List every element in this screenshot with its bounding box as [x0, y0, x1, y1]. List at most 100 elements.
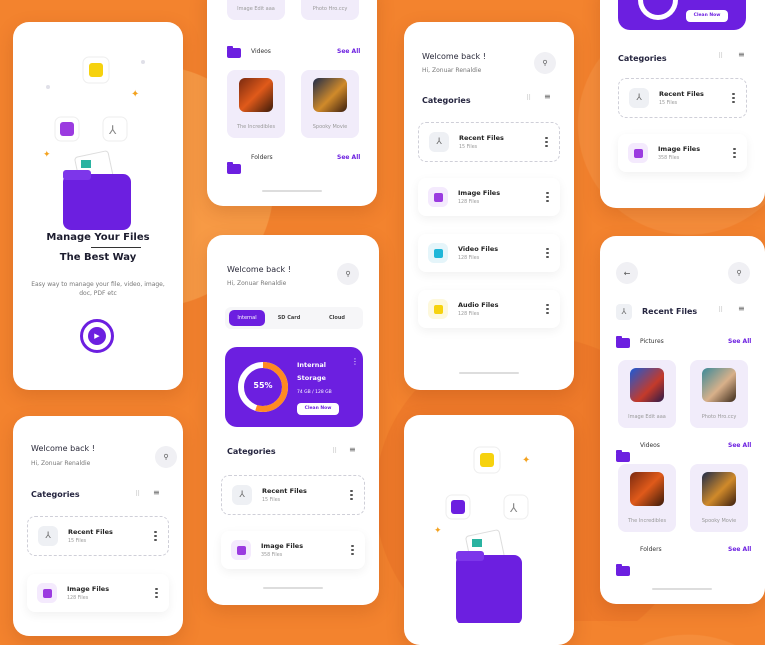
folders-see-all[interactable]: See All [337, 154, 360, 161]
recent-files-row[interactable]: ⅄ Recent Files 15 Files [221, 475, 365, 515]
tab-sd-card[interactable]: SD Card [265, 315, 313, 321]
image-files-icon [628, 143, 648, 163]
recent-files-row[interactable]: ⅄ Recent Files 15 Files [418, 122, 560, 162]
image-files-row[interactable]: Image Files 358 Files [618, 134, 747, 172]
image-files-icon [37, 583, 57, 603]
grid-view-icon[interactable]: ⠿ [135, 490, 140, 498]
video-files-row[interactable]: Video Files 128 Files [418, 234, 560, 272]
image-files-title: Image Files [67, 585, 110, 593]
splash-screen: ✦ ✦ ⅄ [404, 415, 574, 645]
grid-view-icon[interactable]: ⠿ [332, 447, 337, 455]
thumb-image-edit[interactable]: Image Edit aaa [618, 360, 676, 428]
folders-label: Folders [640, 546, 662, 553]
categories-heading: Categories [227, 447, 276, 456]
folders-folder-icon [616, 564, 630, 576]
more-options-icon[interactable]: ⋮ [351, 358, 359, 366]
recent-files-count: 15 Files [262, 498, 281, 503]
list-view-icon[interactable]: ≡ [349, 445, 356, 454]
home-indicator [652, 588, 712, 590]
thumb-label: Spooky Movie [701, 518, 737, 524]
image-files-row[interactable]: Image Files 128 Files [27, 574, 169, 612]
headline-line-2: The Best Way [59, 252, 137, 263]
videos-see-all[interactable]: See All [728, 442, 751, 449]
more-options-icon[interactable] [733, 147, 737, 159]
more-options-icon[interactable] [154, 530, 158, 542]
categories-heading: Categories [422, 96, 471, 105]
clean-now-button[interactable]: Clean Now [297, 403, 339, 415]
home-indicator [262, 190, 322, 192]
list-view-icon[interactable]: ≡ [738, 50, 745, 59]
more-options-icon[interactable] [546, 191, 550, 203]
more-options-icon[interactable] [155, 587, 159, 599]
audio-files-row[interactable]: Audio Files 128 Files [418, 290, 560, 328]
grid-view-icon[interactable]: ⠿ [526, 94, 531, 102]
more-options-icon[interactable] [350, 489, 354, 501]
grid-view-icon[interactable]: ⠿ [718, 52, 723, 60]
search-icon: ⚲ [163, 453, 169, 461]
search-button[interactable]: ⚲ [155, 446, 177, 468]
search-button[interactable]: ⚲ [534, 52, 556, 74]
videos-see-all[interactable]: See All [337, 48, 360, 55]
thumb-spooky[interactable]: Spooky Movie [301, 70, 359, 138]
thumb-incredibles[interactable]: The Incredibles [227, 70, 285, 138]
more-options-icon[interactable] [351, 544, 355, 556]
tab-internal[interactable]: Internal [229, 310, 265, 326]
image-files-count: 128 Files [458, 200, 480, 205]
user-greeting: Hi, Zonuar Renaldie [422, 67, 482, 74]
image-files-title: Image Files [261, 542, 304, 550]
categories-screen: Welcome back ! Hi, Zonuar Renaldie ⚲ Cat… [404, 22, 574, 390]
storage-card: 55% Internal Storage 74 GB / 128 GB ⋮ Cl… [225, 347, 363, 427]
search-button[interactable]: ⚲ [337, 263, 359, 285]
media-screen-top: Image Edit aaa Photo Hro.ccy Videos See … [207, 0, 377, 206]
recent-files-count: 15 Files [68, 539, 87, 544]
search-icon: ⚲ [542, 59, 548, 67]
welcome-text: Welcome back ! [422, 52, 486, 61]
search-icon: ⚲ [736, 269, 742, 277]
grid-view-icon[interactable]: ⠿ [718, 306, 723, 314]
search-button[interactable]: ⚲ [728, 262, 750, 284]
list-view-icon[interactable]: ≡ [153, 488, 160, 497]
recent-files-row[interactable]: ⅄ Recent Files 15 Files [27, 516, 169, 556]
thumb-spooky[interactable]: Spooky Movie [690, 464, 748, 532]
svg-text:⅄: ⅄ [509, 501, 518, 515]
pictures-folder-icon [616, 336, 630, 348]
more-options-icon[interactable] [545, 136, 549, 148]
image-files-count: 358 Files [261, 553, 283, 558]
welcome-text: Welcome back ! [227, 265, 291, 274]
more-options-icon[interactable] [546, 303, 550, 315]
image-files-row[interactable]: Image Files 358 Files [221, 531, 365, 569]
list-view-icon[interactable]: ≡ [738, 304, 745, 313]
recent-files-row[interactable]: ⅄ Recent Files 15 Files [618, 78, 747, 118]
thumb-photo[interactable]: Photo Hro.ccy [690, 360, 748, 428]
image-files-row[interactable]: Image Files 128 Files [418, 178, 560, 216]
categories-heading: Categories [618, 54, 667, 63]
storage-card-partial: Clean Now [618, 0, 746, 30]
thumb-image-edit[interactable]: Image Edit aaa [227, 0, 285, 20]
recent-files-icon: ⅄ [629, 88, 649, 108]
next-button[interactable]: ▶ [80, 319, 114, 353]
thumb-label: Image Edit aaa [237, 6, 275, 12]
recent-files-title: Recent Files [459, 134, 504, 142]
back-button[interactable]: ← [616, 262, 638, 284]
tab-cloud[interactable]: Cloud [313, 315, 361, 321]
storage-label-1: Internal [297, 361, 327, 369]
thumb-label: Photo Hro.ccy [312, 6, 348, 12]
clean-now-button[interactable]: Clean Now [686, 10, 728, 22]
home-indicator [459, 372, 519, 374]
list-view-icon[interactable]: ≡ [544, 92, 551, 101]
thumb-label: The Incredibles [236, 124, 276, 130]
recent-files-title: Recent Files [262, 487, 307, 495]
headline-line-1: Manage Your Files [46, 232, 150, 243]
more-options-icon[interactable] [732, 92, 736, 104]
photo-thumbnail [630, 368, 664, 402]
thumb-incredibles[interactable]: The Incredibles [618, 464, 676, 532]
svg-text:✦: ✦ [131, 89, 139, 100]
folders-see-all[interactable]: See All [728, 546, 751, 553]
recent-files-title: Recent Files [659, 90, 704, 98]
categories-heading: Categories [31, 490, 80, 499]
thumb-photo[interactable]: Photo Hro.ccy [301, 0, 359, 20]
svg-text:✦: ✦ [434, 526, 442, 536]
photo-thumbnail [702, 368, 736, 402]
more-options-icon[interactable] [546, 247, 550, 259]
pictures-see-all[interactable]: See All [728, 338, 751, 345]
